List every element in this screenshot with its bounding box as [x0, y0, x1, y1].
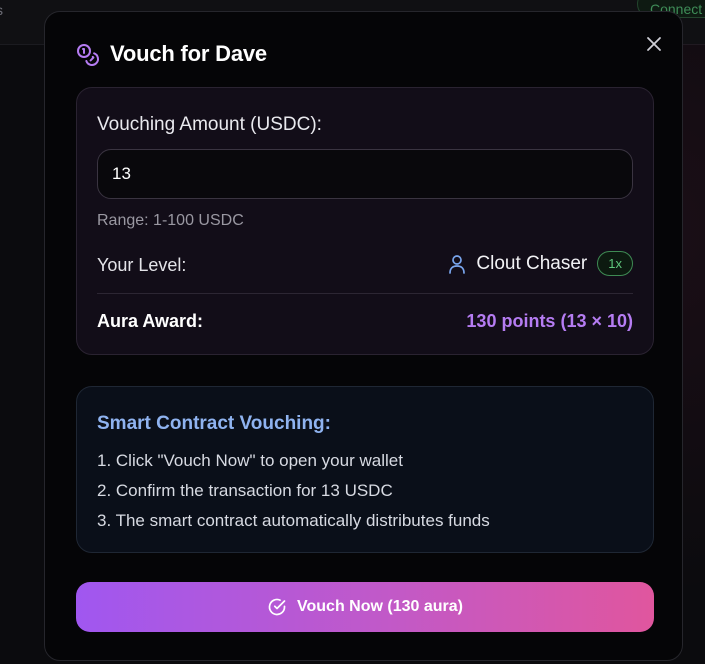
smart-contract-title: Smart Contract Vouching: [97, 413, 331, 434]
level-value: Clout Chaser 1x [448, 251, 633, 276]
coins-icon [77, 44, 99, 66]
close-icon[interactable] [644, 34, 664, 54]
smart-contract-steps: 1. Click "Vouch Now" to open your wallet… [97, 450, 490, 540]
vouch-details-card: Vouching Amount (USDC): Range: 1-100 USD… [76, 87, 654, 355]
vouch-now-button[interactable]: Vouch Now (130 aura) [76, 582, 654, 632]
modal-title: Vouch for Dave [110, 41, 267, 66]
divider [97, 293, 633, 294]
check-circle-icon [268, 598, 286, 616]
amount-label: Vouching Amount (USDC): [97, 114, 322, 135]
vouch-modal: Vouch for Dave Vouching Amount (USDC): R… [44, 11, 683, 661]
list-item: 1. Click "Vouch Now" to open your wallet [97, 451, 403, 470]
list-item: 2. Confirm the transaction for 13 USDC [97, 481, 393, 500]
vouch-now-label: Vouch Now (130 aura) [297, 598, 463, 615]
aura-award-value: 130 points (13 × 10) [466, 311, 633, 331]
aura-award-label: Aura Award: [97, 311, 204, 331]
user-icon [449, 254, 466, 274]
list-item: 3. The smart contract automatically dist… [97, 511, 490, 530]
background-text: s [0, 2, 3, 18]
level-name: Clout Chaser [476, 252, 588, 274]
range-hint: Range: 1-100 USDC [97, 212, 244, 229]
level-label: Your Level: [97, 255, 187, 275]
multiplier-badge: 1x [597, 251, 633, 276]
amount-input[interactable] [97, 149, 633, 199]
smart-contract-info-card: Smart Contract Vouching: 1. Click "Vouch… [76, 386, 654, 553]
